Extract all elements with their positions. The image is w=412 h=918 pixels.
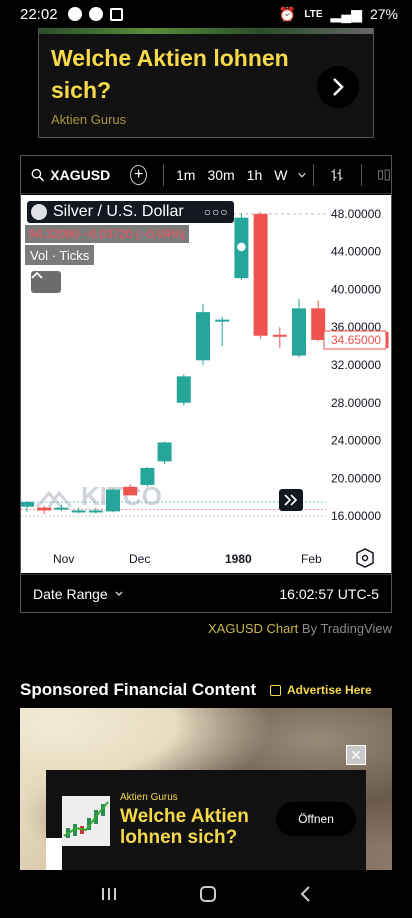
settings-icon [356, 548, 374, 568]
chart-footer: Date Range 16:02:57 UTC-5 [21, 574, 391, 612]
recent-apps-icon[interactable] [100, 885, 118, 903]
chart-toolbar: XAGUSD + 1m 30m 1h W [21, 156, 391, 194]
y-tick-label: 28.00000 [331, 396, 381, 410]
candle-body [157, 442, 172, 462]
y-tick-label: 16.00000 [331, 509, 381, 523]
date-range-button[interactable]: Date Range [33, 586, 108, 602]
timeframe-1h[interactable]: 1h [247, 167, 263, 183]
candle-body [54, 507, 69, 510]
overlay-ad-headline[interactable]: Welche Aktien lohnen sich? [120, 806, 270, 848]
timezone-time[interactable]: 16:02:57 UTC-5 [279, 586, 379, 602]
event-marker-icon [235, 241, 248, 253]
advertise-here-link[interactable]: Advertise Here [270, 683, 372, 697]
legend-title-text: Silver / U.S. Dollar [53, 203, 184, 220]
candle-body [21, 501, 34, 507]
timeframe-1m[interactable]: 1m [176, 167, 195, 183]
candle-body [196, 312, 210, 361]
symbol-logo-icon [31, 204, 47, 220]
close-icon: ✕ [350, 746, 362, 763]
chevron-down-icon[interactable] [114, 589, 124, 599]
last-price-label: 34.65000 [331, 333, 381, 347]
chevron-right-icon [333, 78, 344, 96]
signal-icon: ▂▄▆ [330, 5, 362, 22]
chevron-down-icon[interactable] [297, 169, 307, 181]
top-ad-arrow-button[interactable] [317, 66, 359, 108]
candle-body [106, 489, 120, 512]
chevron-up-icon [31, 271, 43, 279]
candle-body [37, 507, 52, 511]
status-time: 22:02 [20, 5, 58, 23]
back-icon[interactable] [298, 885, 312, 903]
status-bar: 22:02 ⏰ LTE ▂▄▆ 27% [0, 0, 412, 28]
close-ad-button[interactable]: ✕ [346, 745, 366, 765]
volume-legend[interactable]: Vol · Ticks [25, 245, 95, 265]
candle-body [123, 486, 138, 496]
legend-title[interactable]: Silver / U.S. Dollar ○○○ [27, 201, 235, 223]
x-tick-label: 1980 [225, 552, 252, 566]
collapse-legend-button[interactable] [31, 271, 61, 293]
advertise-icon [270, 684, 281, 696]
candle-body [176, 376, 191, 403]
y-tick-label: 40.00000 [331, 282, 381, 296]
candle-body [88, 510, 103, 513]
network-label: LTE [304, 8, 323, 20]
candle-style-icon[interactable] [376, 166, 391, 184]
chart-widget: XAGUSD + 1m 30m 1h W KITCO 48.00000 44.000… [20, 155, 392, 613]
checkbox-notification-icon [109, 7, 123, 21]
ad-thumbnail [62, 796, 110, 846]
open-button[interactable]: Öffnen [276, 802, 356, 836]
overlay-ad-brand: Aktien Gurus [120, 792, 178, 803]
symbol-label[interactable]: XAGUSD [50, 167, 110, 183]
kitco-logo-icon [35, 490, 73, 508]
y-tick-label: 44.00000 [331, 245, 381, 259]
top-ad-banner[interactable]: Welche Aktien lohnen sich? Aktien Gurus [38, 28, 374, 138]
chart-credit[interactable]: XAGUSD Chart By TradingView [208, 621, 392, 636]
candle-body [71, 510, 86, 513]
bar-style-icon[interactable] [330, 166, 345, 184]
overlay-ad[interactable]: Aktien Gurus Welche Aktien lohnen sich? … [46, 770, 366, 870]
more-options-icon[interactable]: ○○○ [204, 205, 229, 219]
price-chart[interactable]: KITCO 48.00000 44.00000 40.00000 36.00000 32.… [21, 195, 391, 573]
timeframe-w[interactable]: W [274, 167, 287, 183]
search-icon[interactable] [31, 167, 44, 183]
candle-body [292, 308, 306, 356]
x-tick-label: Feb [301, 552, 322, 566]
y-tick-label: 24.00000 [331, 434, 381, 448]
legend-values: 94.32090 −0.03720 (−0.04%) [25, 225, 190, 243]
timeframe-30m[interactable]: 30m [207, 167, 234, 183]
sponsored-heading: Sponsored Financial Content [20, 680, 257, 699]
settings-icon-center [361, 554, 369, 562]
y-tick-label: 48.00000 [331, 207, 381, 221]
x-tick-label: Dec [129, 552, 150, 566]
notification-icon [67, 7, 82, 21]
compare-add-button[interactable]: + [130, 164, 148, 185]
candle-body [215, 319, 230, 322]
candle-body [311, 308, 326, 340]
battery-label: 27% [369, 6, 398, 22]
candle-body [253, 213, 268, 336]
chart-link[interactable]: XAGUSD Chart [208, 621, 298, 636]
y-tick-label: 20.00000 [331, 471, 381, 485]
x-tick-label: Nov [53, 552, 74, 566]
watermark-text: KITCO [81, 481, 162, 511]
candle-body [272, 334, 287, 337]
y-tick-label: 32.00000 [331, 358, 381, 372]
home-icon[interactable] [198, 884, 218, 904]
ad-image-stripe [39, 28, 373, 34]
top-ad-source: Aktien Gurus [51, 112, 127, 127]
adchoices-icon[interactable] [46, 838, 62, 870]
credit-by: By TradingView [298, 621, 392, 636]
system-nav-bar [0, 870, 412, 918]
sync-icon [88, 7, 103, 21]
top-ad-headline[interactable]: Welche Aktien lohnen sich? [51, 42, 301, 106]
alarm-icon: ⏰ [278, 5, 297, 22]
candle-body [140, 467, 155, 485]
advertise-label: Advertise Here [287, 683, 372, 697]
